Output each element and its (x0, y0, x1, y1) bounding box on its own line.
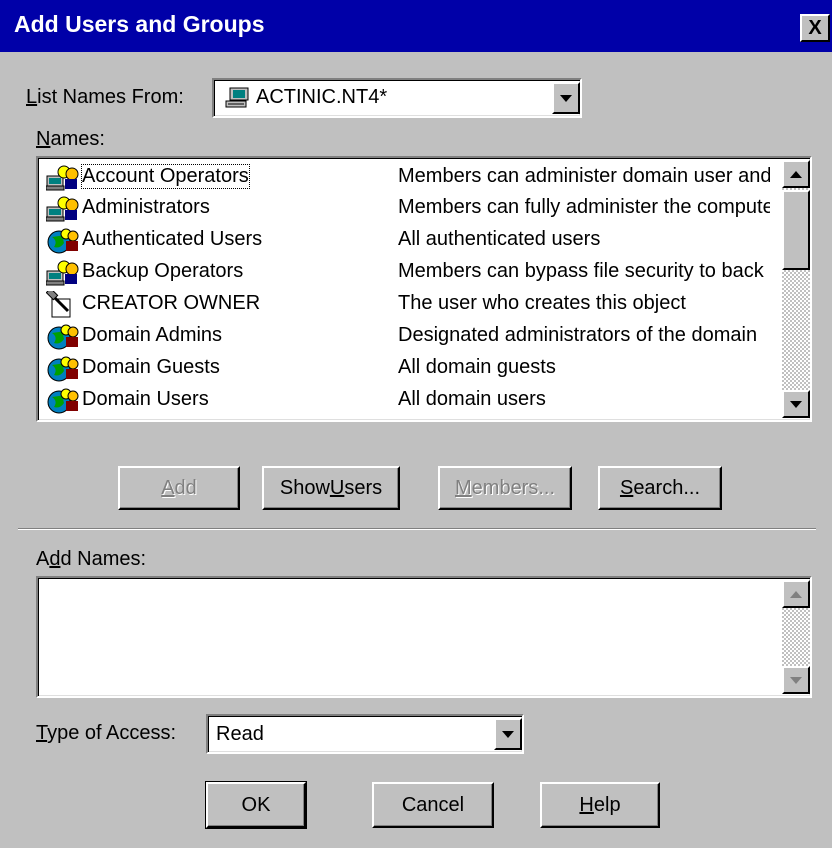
list-item-description: All authenticated users (398, 228, 601, 250)
scroll-up-button[interactable] (782, 160, 810, 188)
chevron-down-icon (790, 400, 802, 408)
chevron-up-icon (790, 170, 802, 178)
scroll-thumb[interactable] (782, 190, 810, 270)
cancel-button[interactable]: Cancel (372, 782, 494, 828)
names-list[interactable]: Account Operators Members can administer… (36, 156, 812, 422)
scroll-down-button[interactable] (782, 390, 810, 418)
list-item[interactable]: Authenticated Users All authenticated us… (42, 225, 772, 256)
show-users-button[interactable]: Show Users (262, 466, 400, 510)
computer-icon (225, 87, 249, 107)
list-item-description: Members can fully administer the compute… (398, 196, 770, 218)
list-item[interactable]: CREATOR OWNER The user who creates this … (42, 289, 772, 320)
window-title: Add Users and Groups (14, 11, 265, 37)
names-scrollbar[interactable] (782, 160, 810, 418)
close-button[interactable]: X (800, 14, 830, 42)
global-group-icon (47, 388, 79, 414)
chevron-down-icon (502, 730, 514, 738)
list-item-name: Backup Operators (82, 260, 244, 282)
local-group-icon (46, 196, 79, 222)
list-item-description: Designated administrators of the domain (398, 324, 758, 346)
list-item[interactable]: Domain Guests All domain guests (42, 353, 772, 384)
help-button[interactable]: Help (540, 782, 660, 828)
title-bar: Add Users and Groups X (0, 0, 832, 52)
chevron-down-icon (560, 94, 572, 102)
list-item-description: All domain guests (398, 356, 556, 378)
type-of-access-combo[interactable]: Read (206, 714, 524, 754)
type-of-access-label: Type of Access: (36, 722, 177, 744)
list-item[interactable]: Administrators Members can fully adminis… (42, 193, 772, 224)
list-names-from-dropdown-button[interactable] (552, 82, 580, 114)
search-button[interactable]: Search... (598, 466, 722, 510)
scroll-down-button[interactable] (782, 666, 810, 694)
add-button[interactable]: Add (118, 466, 240, 510)
list-item-description: The user who creates this object (398, 292, 686, 314)
names-list-viewport: Account Operators Members can administer… (38, 160, 778, 418)
list-item[interactable]: Domain Admins Designated administrators … (42, 321, 772, 352)
list-item-name: Domain Users (82, 388, 209, 410)
creator-owner-icon (46, 291, 71, 318)
type-of-access-value: Read (216, 723, 264, 745)
members-button[interactable]: Members... (438, 466, 572, 510)
list-item-name: Domain Guests (82, 356, 220, 378)
list-item[interactable]: Backup Operators Members can bypass file… (42, 257, 772, 288)
global-group-icon (47, 228, 79, 254)
type-of-access-dropdown-button[interactable] (494, 718, 522, 750)
list-item-name: Authenticated Users (82, 228, 263, 250)
list-item[interactable]: Domain Users All domain users (42, 385, 772, 416)
separator (18, 528, 816, 530)
list-names-from-label: List Names From: (26, 86, 184, 108)
list-names-from-value: ACTINIC.NT4* (256, 86, 388, 108)
list-item-name: Account Operators (81, 164, 250, 189)
list-item-name: CREATOR OWNER (82, 292, 261, 314)
global-group-icon (47, 356, 79, 382)
local-group-icon (46, 165, 79, 191)
list-item-name: Domain Admins (82, 324, 223, 346)
global-group-icon (47, 324, 79, 350)
scroll-up-button[interactable] (782, 580, 810, 608)
list-names-from-combo[interactable]: ACTINIC.NT4* (212, 78, 582, 118)
add-names-scrollbar[interactable] (782, 580, 810, 694)
list-item-name: Administrators (82, 196, 210, 218)
close-icon: X (808, 17, 822, 39)
local-group-icon (46, 260, 79, 286)
list-item-description: Members can bypass file security to back (398, 260, 764, 282)
chevron-up-icon (790, 590, 802, 598)
list-item-description: All domain users (398, 388, 546, 410)
list-item-description: Members can administer domain user and (398, 165, 770, 187)
add-names-label: Add Names: (36, 548, 147, 570)
names-label: Names: (36, 128, 105, 150)
list-item[interactable]: Account Operators Members can administer… (42, 162, 772, 193)
add-names-textarea[interactable] (36, 576, 812, 698)
chevron-down-icon (790, 676, 802, 684)
ok-button[interactable]: OK (205, 781, 307, 829)
